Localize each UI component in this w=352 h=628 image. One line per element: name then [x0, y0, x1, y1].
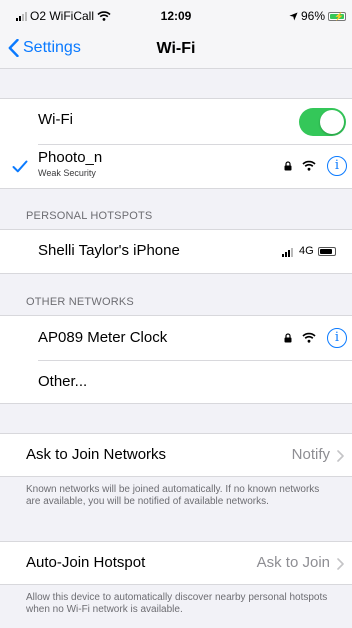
battery-charging-icon: ⚡ [328, 11, 346, 21]
wifi-group: Wi-Fi Phooto_n Weak Security i [0, 98, 352, 189]
network-row[interactable]: AP089 Meter Clock i [0, 316, 352, 360]
hotspot-row[interactable]: Shelli Taylor's iPhone 4G [0, 229, 352, 274]
other-network-label: Other... [38, 373, 88, 390]
wifi-toggle[interactable] [299, 108, 346, 136]
battery-percent: 96% [300, 9, 325, 23]
security-note: Weak Security [38, 168, 96, 178]
info-icon[interactable]: i [327, 328, 347, 348]
wifi-signal-icon [302, 332, 316, 343]
connected-network-name: Phooto_n [38, 149, 103, 166]
auto-join-label: Auto-Join Hotspot [26, 554, 146, 571]
hotspot-battery-icon [318, 247, 336, 256]
status-bar: O2 WiFiCall 12:09 96% ⚡ [0, 0, 352, 34]
ask-to-join-footer: Known networks will be joined automatica… [26, 484, 320, 507]
section-header-other-networks: OTHER NETWORKS [26, 296, 134, 308]
location-arrow-icon [289, 11, 298, 21]
hotspot-name: Shelli Taylor's iPhone [38, 242, 180, 259]
hotspot-signal-icon [282, 248, 293, 257]
chevron-right-icon [337, 450, 344, 462]
navigation-bar: Settings Wi-Fi [0, 34, 352, 68]
ask-to-join-label: Ask to Join Networks [26, 446, 167, 463]
hotspot-network-type: 4G [299, 245, 314, 257]
auto-join-hotspot-row[interactable]: Auto-Join Hotspot Ask to Join [0, 541, 352, 585]
toggle-knob [320, 110, 344, 134]
other-network-row[interactable]: Other... [0, 361, 352, 405]
wifi-signal-icon [302, 160, 316, 171]
chevron-right-icon [337, 558, 344, 570]
connected-network-row[interactable]: Phooto_n Weak Security i [0, 145, 352, 189]
section-header-personal-hotspots: PERSONAL HOTSPOTS [26, 210, 153, 222]
other-networks-group: AP089 Meter Clock i Other... [0, 315, 352, 404]
battery-group: 96% ⚡ [289, 9, 346, 23]
ask-to-join-value: Notify [291, 446, 330, 463]
network-name: AP089 Meter Clock [38, 329, 168, 346]
wifi-label: Wi-Fi [38, 111, 73, 128]
ask-to-join-row[interactable]: Ask to Join Networks Notify [0, 433, 352, 477]
info-icon[interactable]: i [327, 156, 347, 176]
lock-icon [284, 161, 292, 171]
checkmark-icon [12, 160, 28, 173]
page-title: Wi-Fi [156, 40, 196, 57]
lock-icon [284, 333, 292, 343]
auto-join-footer: Allow this device to automatically disco… [26, 592, 328, 615]
auto-join-value: Ask to Join [256, 554, 330, 571]
